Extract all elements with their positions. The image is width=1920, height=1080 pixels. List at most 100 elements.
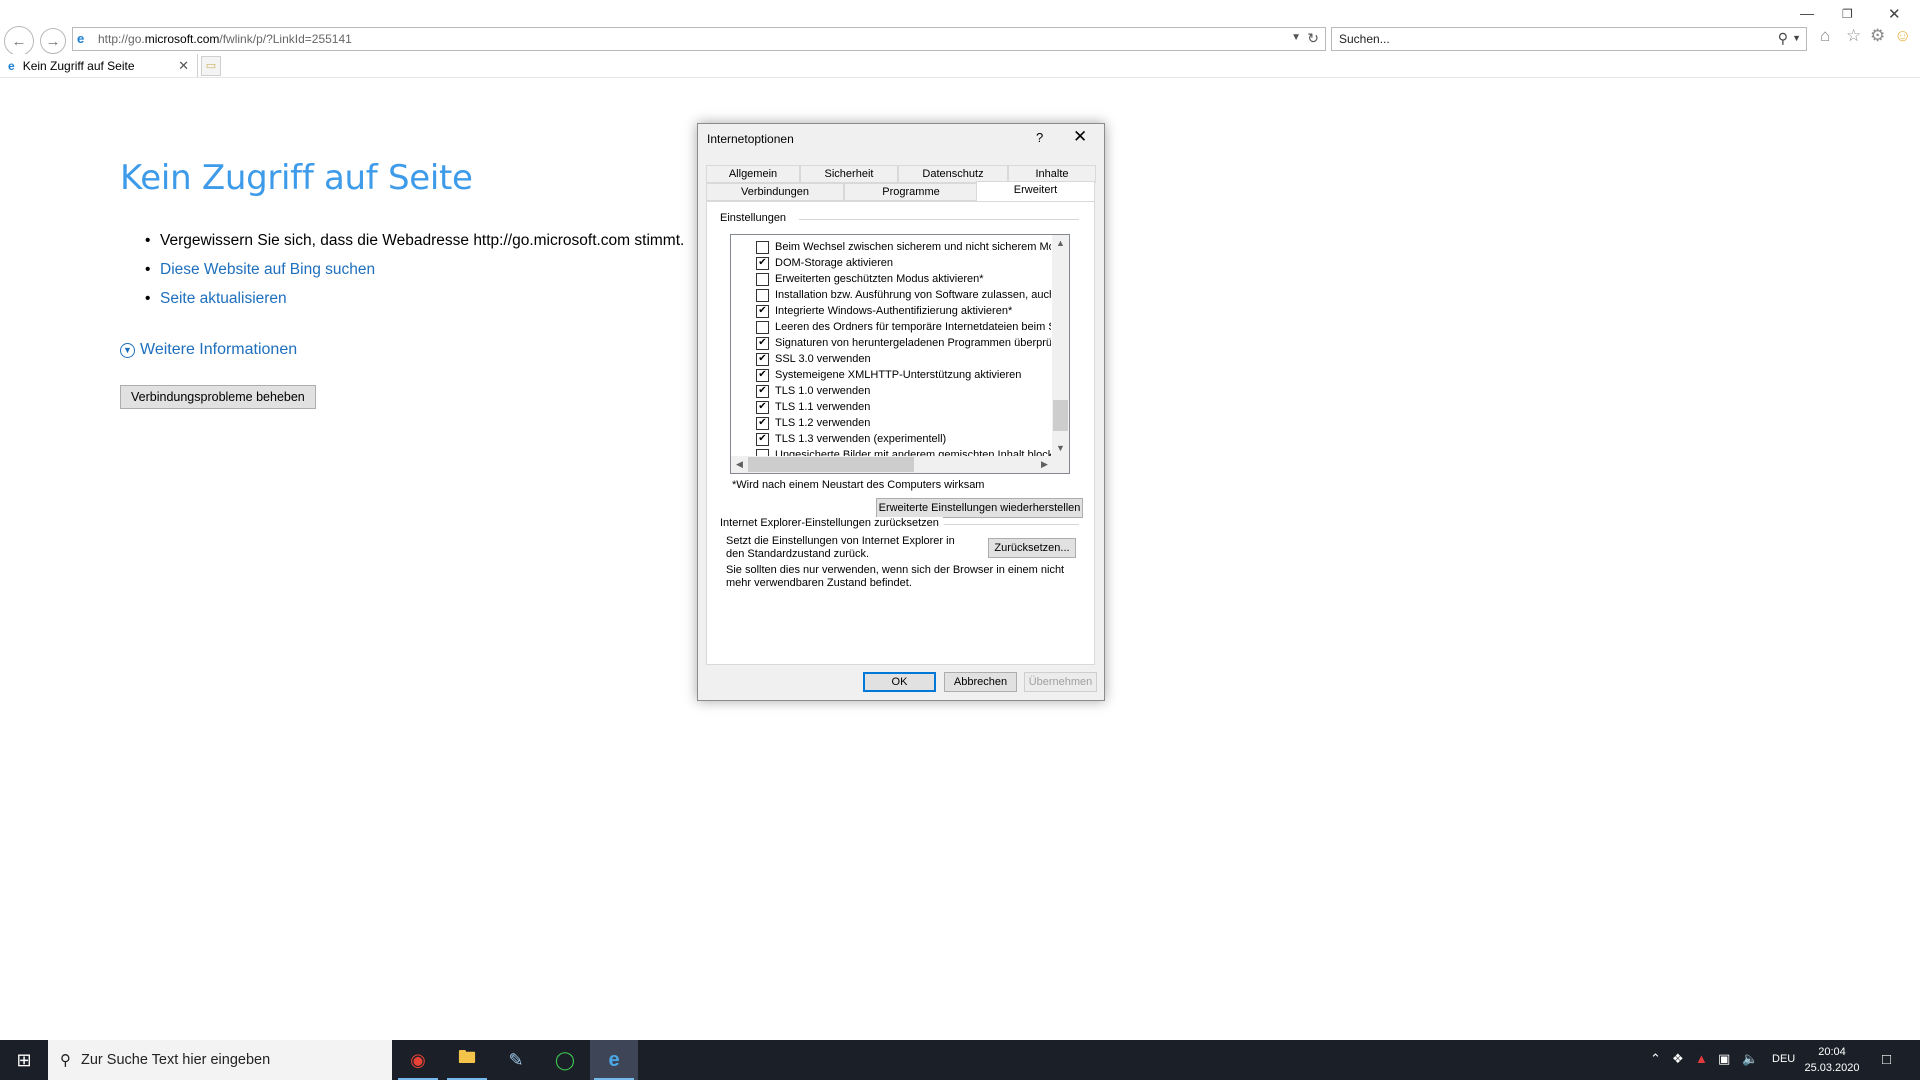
apply-button[interactable]: Übernehmen	[1024, 672, 1097, 692]
tab-close-icon[interactable]: ✕	[178, 58, 189, 74]
checked-checkbox[interactable]: ✔	[756, 352, 769, 366]
setting-label: SSL 3.0 verwenden	[775, 353, 871, 365]
setting-label: Signaturen von heruntergeladenen Program…	[775, 337, 1051, 349]
close-window-button[interactable]: ✕	[1888, 5, 1901, 23]
acrobat-icon[interactable]: ▲	[1695, 1051, 1708, 1066]
settings-listbox[interactable]: Ungesicherte Bilder mit anderem gemischt…	[730, 234, 1070, 474]
tab-row-bottom: Verbindungen Programme	[706, 183, 978, 201]
setting-item[interactable]: ✔ TLS 1.0 verwenden	[731, 383, 1051, 399]
tab-verbindungen[interactable]: Verbindungen	[706, 183, 844, 201]
horizontal-scroll-thumb[interactable]	[748, 457, 914, 472]
unchecked-checkbox[interactable]	[756, 288, 769, 302]
setting-item[interactable]: ✔ SSL 3.0 verwenden	[731, 351, 1051, 367]
forward-button[interactable]: →	[40, 28, 66, 54]
unchecked-checkbox[interactable]	[756, 272, 769, 286]
checked-checkbox[interactable]: ✔	[756, 432, 769, 446]
more-info-toggle[interactable]: ▼ Weitere Informationen	[120, 341, 760, 359]
ok-button[interactable]: OK	[863, 672, 936, 692]
taskbar-search-placeholder: Zur Suche Text hier eingeben	[81, 1052, 271, 1068]
refresh-page-link[interactable]: Seite aktualisieren	[145, 284, 760, 313]
restore-button[interactable]: ❐	[1842, 7, 1853, 21]
settings-gear-icon[interactable]: ⚙	[1870, 26, 1885, 46]
setting-item[interactable]: ✔ Integrierte Windows-Authentifizierung a…	[731, 303, 1051, 319]
settings-horizontal-scrollbar[interactable]: ◀ ▶	[731, 456, 1053, 473]
back-button[interactable]: ←	[4, 26, 34, 56]
taskbar-search-box[interactable]: ⚲ Zur Suche Text hier eingeben	[48, 1040, 392, 1080]
setting-item[interactable]: ✔ TLS 1.3 verwenden (experimentell)	[731, 431, 1051, 447]
setting-label: Leeren des Ordners für temporäre Interne…	[775, 321, 1051, 333]
suggestion-check-address: Vergewissern Sie sich, dass die Webadres…	[145, 226, 760, 255]
settings-vertical-scrollbar[interactable]: ▲ ▼	[1052, 235, 1069, 457]
dropbox-icon[interactable]: ❖	[1672, 1051, 1684, 1067]
scroll-right-icon[interactable]: ▶	[1036, 456, 1053, 473]
refresh-icon[interactable]: ↻	[1307, 30, 1319, 47]
fix-connection-button[interactable]: Verbindungsprobleme beheben	[120, 385, 316, 409]
explorer-taskbar-app[interactable]: 🖿	[443, 1040, 491, 1080]
setting-item[interactable]: ✔ TLS 1.2 verwenden	[731, 415, 1051, 431]
new-tab-button[interactable]: ▭	[201, 56, 221, 76]
tab-sicherheit[interactable]: Sicherheit	[800, 165, 898, 183]
green-app-taskbar-app[interactable]: ◯	[541, 1040, 589, 1080]
language-indicator[interactable]: DEU	[1772, 1053, 1795, 1065]
chrome-taskbar-app[interactable]: ◉	[394, 1040, 442, 1080]
scroll-left-icon[interactable]: ◀	[731, 456, 748, 473]
suggestion-list: Vergewissern Sie sich, dass die Webadres…	[145, 226, 760, 313]
home-icon[interactable]: ⌂	[1820, 26, 1830, 46]
volume-icon[interactable]: 🔈	[1742, 1051, 1758, 1067]
vertical-scroll-thumb[interactable]	[1053, 400, 1068, 431]
minimize-button[interactable]: —	[1800, 5, 1814, 21]
unchecked-checkbox[interactable]	[756, 240, 769, 254]
search-dropdown-icon[interactable]: ▼	[1792, 33, 1801, 43]
folder-icon: 🖿	[458, 1047, 476, 1067]
address-bar[interactable]: e http://go.microsoft.com/fwlink/p/?Link…	[72, 27, 1326, 51]
dialog-close-button[interactable]: ✕	[1073, 127, 1087, 147]
setting-item[interactable]: ✔ TLS 1.1 verwenden	[731, 399, 1051, 415]
bing-search-link[interactable]: Diese Website auf Bing suchen	[145, 255, 760, 284]
tab-erweitert[interactable]: Erweitert	[976, 181, 1095, 201]
setting-item[interactable]: ✔ Signaturen von heruntergeladenen Progra…	[731, 335, 1051, 351]
ie-icon: e	[77, 31, 85, 46]
address-url[interactable]: http://go.microsoft.com/fwlink/p/?LinkId…	[98, 32, 352, 46]
cancel-button[interactable]: Abbrechen	[944, 672, 1017, 692]
search-icon[interactable]: ⚲	[1778, 30, 1788, 47]
restore-advanced-settings-button[interactable]: Erweiterte Einstellungen wiederherstelle…	[876, 498, 1083, 518]
url-suffix: /fwlink/p/?LinkId=255141	[219, 32, 352, 46]
smiley-feedback-icon[interactable]: ☺	[1894, 26, 1911, 46]
scroll-down-icon[interactable]: ▼	[1052, 440, 1069, 457]
checked-checkbox[interactable]: ✔	[756, 384, 769, 398]
checked-checkbox[interactable]: ✔	[756, 304, 769, 318]
favorites-star-icon[interactable]: ☆	[1846, 26, 1861, 46]
setting-item[interactable]: Leeren des Ordners für temporäre Interne…	[731, 319, 1051, 335]
checked-checkbox[interactable]: ✔	[756, 336, 769, 350]
ie-taskbar-app[interactable]: e	[590, 1040, 638, 1080]
tab-divider	[0, 77, 1920, 78]
address-dropdown-icon[interactable]: ▼	[1291, 32, 1301, 43]
notepad-taskbar-app[interactable]: ✎	[492, 1040, 540, 1080]
unchecked-checkbox[interactable]	[756, 320, 769, 334]
tab-allgemein[interactable]: Allgemein	[706, 165, 800, 183]
show-hidden-icons-chevron-icon[interactable]: ⌃	[1650, 1051, 1661, 1067]
back-arrow-icon: ←	[11, 32, 27, 50]
start-button[interactable]: ⊞	[0, 1040, 48, 1080]
search-box[interactable]: Suchen... ⚲ ▼	[1331, 27, 1807, 51]
checked-checkbox[interactable]: ✔	[756, 368, 769, 382]
tab-programme[interactable]: Programme	[844, 183, 978, 201]
scroll-up-icon[interactable]: ▲	[1052, 235, 1069, 252]
setting-item[interactable]: ✔ Systemeigene XMLHTTP-Unterstützung akti…	[731, 367, 1051, 383]
scrollbar-corner	[1052, 456, 1069, 473]
taskbar-clock[interactable]: 20:04 25.03.2020	[1796, 1044, 1868, 1076]
setting-item[interactable]: Beim Wechsel zwischen sicherem und nicht…	[731, 239, 1051, 255]
help-button[interactable]: ?	[1036, 130, 1043, 145]
checked-checkbox[interactable]: ✔	[756, 416, 769, 430]
reset-button[interactable]: Zurücksetzen...	[988, 538, 1076, 558]
internet-options-dialog: Internetoptionen ? ✕ Allgemein Sicherhei…	[697, 123, 1105, 701]
checked-checkbox[interactable]: ✔	[756, 256, 769, 270]
setting-item[interactable]: Installation bzw. Ausführung von Softwar…	[731, 287, 1051, 303]
network-icon[interactable]: ▣	[1718, 1051, 1730, 1067]
setting-item[interactable]: ✔ DOM-Storage aktivieren	[731, 255, 1051, 271]
notification-center-icon[interactable]: □	[1882, 1051, 1891, 1068]
expand-chevron-icon: ▼	[120, 342, 135, 358]
setting-item[interactable]: Erweiterten geschützten Modus aktivieren…	[731, 271, 1051, 287]
browser-tab[interactable]: e Kein Zugriff auf Seite ✕	[0, 54, 198, 78]
checked-checkbox[interactable]: ✔	[756, 400, 769, 414]
